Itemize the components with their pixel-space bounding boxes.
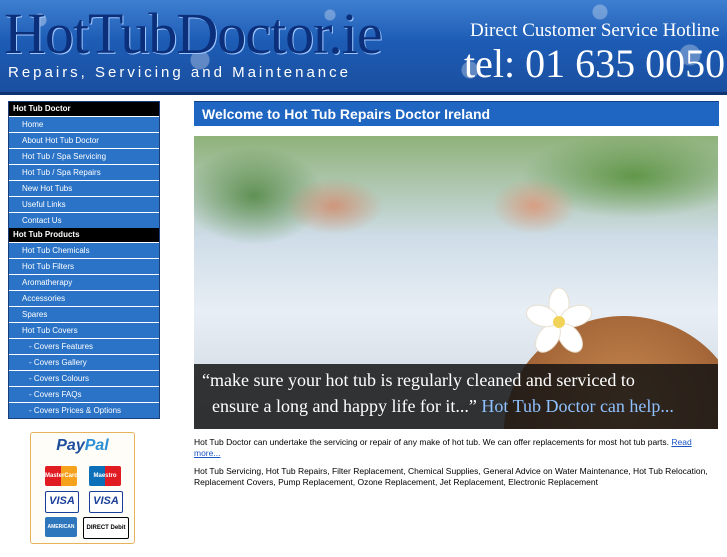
nav-contact[interactable]: Contact Us	[9, 212, 159, 228]
caption-line-1: “make sure your hot tub is regularly cle…	[202, 370, 635, 390]
nav-useful-links[interactable]: Useful Links	[9, 196, 159, 212]
hotline-number: tel: 01 635 0050	[464, 41, 726, 86]
intro-paragraph: Hot Tub Doctor can undertake the servici…	[194, 437, 718, 459]
menu-section-products: Hot Tub Products	[9, 228, 159, 242]
nav-new-hot-tubs[interactable]: New Hot Tubs	[9, 180, 159, 196]
direct-debit-icon: DIRECT Debit	[83, 517, 129, 539]
hotline-label: Direct Customer Service Hotline	[470, 20, 720, 41]
caption-line-2: ensure a long and happy life for it...” …	[212, 396, 674, 417]
paypal-logo-pal: Pal	[84, 437, 109, 454]
nav-repairs[interactable]: Hot Tub / Spa Repairs	[9, 164, 159, 180]
visa-electron-icon: VISA	[89, 491, 123, 513]
maestro-icon: Maestro	[89, 466, 121, 486]
nav-spares[interactable]: Spares	[9, 306, 159, 322]
flower-icon	[525, 287, 593, 353]
nav-filters[interactable]: Hot Tub Filters	[9, 258, 159, 274]
nav-chemicals[interactable]: Hot Tub Chemicals	[9, 242, 159, 258]
nav-covers-colours[interactable]: - Covers Colours	[9, 370, 159, 386]
caption-highlight: Hot Tub Doctor can help...	[476, 396, 674, 416]
nav-covers[interactable]: Hot Tub Covers	[9, 322, 159, 338]
header-divider	[0, 92, 727, 95]
nav-accessories[interactable]: Accessories	[9, 290, 159, 306]
site-header: HotTubDoctor.ie Repairs, Servicing and M…	[0, 0, 727, 92]
intro-text: Hot Tub Doctor can undertake the servici…	[194, 437, 672, 447]
nav-home[interactable]: Home	[9, 116, 159, 132]
paypal-logo-pay: Pay	[56, 437, 85, 454]
nav-covers-features[interactable]: - Covers Features	[9, 338, 159, 354]
nav-aromatherapy[interactable]: Aromatherapy	[9, 274, 159, 290]
nav-about[interactable]: About Hot Tub Doctor	[9, 132, 159, 148]
hero-caption: “make sure your hot tub is regularly cle…	[194, 364, 718, 429]
sidebar-nav: Hot Tub Doctor Home About Hot Tub Doctor…	[8, 101, 160, 419]
menu-section-hot-tub-doctor: Hot Tub Doctor	[9, 102, 159, 116]
services-list: Hot Tub Servicing, Hot Tub Repairs, Filt…	[194, 466, 708, 487]
site-logo[interactable]: HotTubDoctor.ie	[4, 4, 383, 64]
nav-covers-gallery[interactable]: - Covers Gallery	[9, 354, 159, 370]
nav-servicing[interactable]: Hot Tub / Spa Servicing	[9, 148, 159, 164]
page-title: Welcome to Hot Tub Repairs Doctor Irelan…	[194, 101, 719, 126]
paypal-badge[interactable]: PayPal MasterCard Maestro VISA VISA AMER…	[30, 432, 135, 550]
nav-covers-faqs[interactable]: - Covers FAQs	[9, 386, 159, 402]
nav-covers-prices[interactable]: - Covers Prices & Options	[9, 402, 159, 418]
site-tagline: Repairs, Servicing and Maintenance	[8, 64, 351, 81]
paypal-logo: PayPal	[31, 437, 134, 455]
hero-image: “make sure your hot tub is regularly cle…	[194, 136, 718, 429]
caption-line-2-text: ensure a long and happy life for it...”	[212, 396, 477, 416]
amex-icon: AMERICAN EXPRESS	[45, 517, 77, 550]
visa-icon: VISA	[45, 491, 79, 513]
mastercard-icon: MasterCard	[45, 466, 78, 486]
